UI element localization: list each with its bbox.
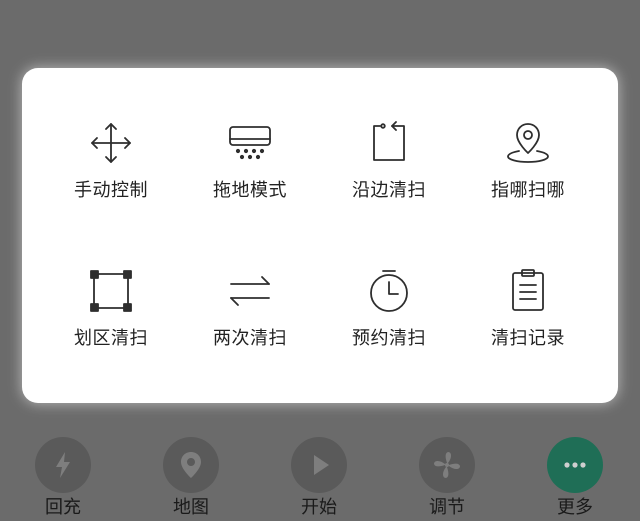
menu-item-double-clean[interactable]: 两次清扫 [180, 216, 320, 349]
nav-circle [35, 437, 91, 493]
bottom-nav-bar: 回充 地图 开始 调节 更多 [0, 421, 640, 521]
menu-item-clean-records[interactable]: 清扫记录 [458, 216, 598, 349]
nav-circle [419, 437, 475, 493]
nav-item-adjust[interactable]: 调节 [397, 421, 497, 521]
nav-item-recharge[interactable]: 回充 [13, 421, 113, 521]
lightning-icon [56, 452, 70, 478]
more-dots-icon [564, 462, 586, 468]
nav-label: 更多 [557, 497, 593, 518]
menu-item-zone-clean[interactable]: 划区清扫 [41, 216, 181, 349]
nav-circle [291, 437, 347, 493]
nav-label: 开始 [301, 497, 337, 518]
menu-item-label: 划区清扫 [74, 328, 148, 349]
zone-select-icon [87, 268, 135, 314]
nav-item-more[interactable]: 更多 [525, 421, 625, 521]
fan-icon [434, 452, 460, 478]
mop-air-icon [226, 120, 274, 166]
menu-item-point-clean[interactable]: 指哪扫哪 [458, 68, 598, 201]
menu-item-label: 沿边清扫 [352, 180, 426, 201]
nav-label: 地图 [173, 497, 209, 518]
menu-item-manual-control[interactable]: 手动控制 [41, 68, 181, 201]
menu-item-label: 手动控制 [74, 180, 148, 201]
location-pin-icon [504, 120, 552, 166]
menu-item-label: 清扫记录 [491, 328, 565, 349]
nav-item-start[interactable]: 开始 [269, 421, 369, 521]
clipboard-icon [504, 268, 552, 314]
menu-item-mop-mode[interactable]: 拖地模式 [180, 68, 320, 201]
menu-item-label: 两次清扫 [213, 328, 287, 349]
edge-clean-icon [365, 120, 413, 166]
menu-item-label: 拖地模式 [213, 180, 287, 201]
menu-item-scheduled-clean[interactable]: 预约清扫 [319, 216, 459, 349]
timer-icon [365, 268, 413, 314]
play-icon [314, 455, 329, 475]
nav-item-map[interactable]: 地图 [141, 421, 241, 521]
menu-item-label: 指哪扫哪 [491, 180, 565, 201]
menu-item-edge-clean[interactable]: 沿边清扫 [319, 68, 459, 201]
nav-circle-active [547, 437, 603, 493]
nav-label: 调节 [429, 497, 465, 518]
more-menu-panel: 手动控制 拖地模式 沿边清扫 指哪扫哪 划区清扫 两次清扫 预约清扫 清扫记录 [22, 68, 618, 403]
nav-label: 回充 [45, 497, 81, 518]
menu-grid: 手动控制 拖地模式 沿边清扫 指哪扫哪 划区清扫 两次清扫 预约清扫 清扫记录 [22, 68, 618, 403]
map-pin-icon [181, 452, 201, 478]
swap-arrows-icon [226, 268, 274, 314]
nav-circle [163, 437, 219, 493]
move-arrows-icon [87, 120, 135, 166]
menu-item-label: 预约清扫 [352, 328, 426, 349]
